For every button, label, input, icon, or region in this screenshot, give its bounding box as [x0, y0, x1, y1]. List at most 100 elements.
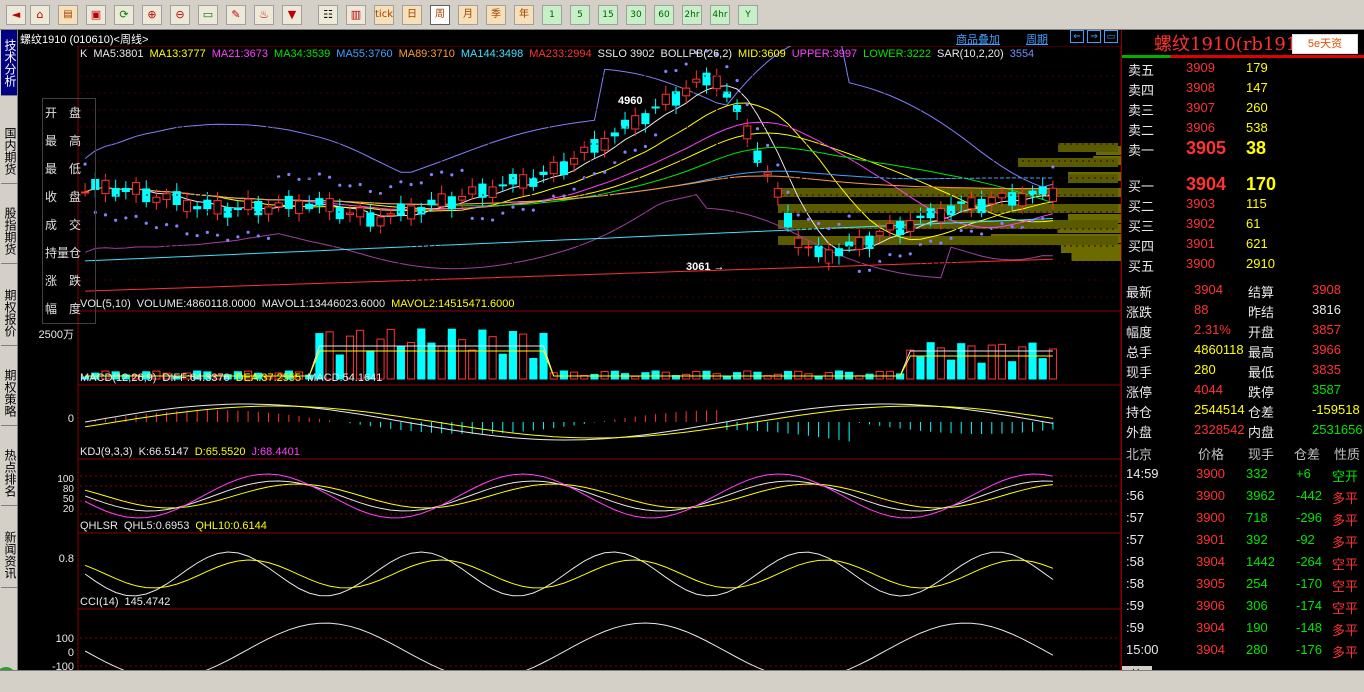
indicator-icon[interactable]: ♨ — [254, 5, 274, 25]
vol-header-item: VOL(5,10) — [80, 298, 131, 310]
candle-body — [559, 161, 568, 176]
tick-row-cell: 多平 — [1332, 491, 1359, 506]
sar-dot — [236, 235, 240, 239]
zoom-in-icon[interactable]: ⊕ — [142, 5, 162, 25]
tab-index-futures[interactable]: 股指期货 — [1, 198, 17, 264]
tab-option-strategy[interactable]: 期权策略 — [1, 360, 17, 426]
sar-dot — [307, 176, 311, 181]
bid-row: 买三 3902 61 — [1122, 214, 1364, 234]
stat-row-cell: 4860118 — [1194, 342, 1244, 357]
stat-row-cell: 2531656 — [1312, 422, 1363, 437]
tick-row-cell: 3962 — [1246, 488, 1275, 503]
table-icon[interactable]: ☷ — [318, 5, 338, 25]
period-tick-button[interactable]: tick — [374, 5, 394, 25]
ohlc-info-label: 收盘 — [44, 190, 93, 204]
tab-option-quotes[interactable]: 期权报价 — [1, 280, 17, 346]
draw-icon[interactable]: ✎ — [226, 5, 246, 25]
candle-body — [824, 249, 833, 264]
period-4hr-button[interactable]: 4hr — [710, 5, 730, 25]
volume-bar — [875, 370, 884, 380]
ma-header-item: MA233:2994 — [529, 48, 592, 60]
tick-row-cell: 3900 — [1196, 488, 1225, 503]
candle-body — [529, 177, 538, 187]
volume-bar — [906, 349, 915, 380]
period-15min-button[interactable]: 15 — [598, 5, 618, 25]
candle-body — [508, 173, 518, 185]
close-chart-icon[interactable]: ▭ — [1104, 30, 1118, 43]
tick-row-cell: 14:59 — [1126, 466, 1159, 481]
period-2hr-button[interactable]: 2hr — [682, 5, 702, 25]
candle-body — [610, 132, 619, 137]
tab-domestic-futures[interactable]: 国内期货 — [1, 118, 17, 184]
ask-row: 卖五 3909 179 — [1122, 58, 1364, 78]
volume-bar — [987, 344, 996, 380]
bid-row-cell: 买二 — [1128, 199, 1155, 214]
period-month-button[interactable]: 月 — [458, 5, 478, 25]
stat-row-cell: 3857 — [1312, 322, 1341, 337]
ask-row: 卖一 3905 38 — [1122, 138, 1364, 158]
candle-body — [590, 139, 599, 153]
ask-row-cell: 卖三 — [1128, 103, 1155, 118]
candle-body — [335, 207, 344, 220]
filter-icon[interactable]: ▼ — [282, 5, 302, 25]
zoom-out-icon[interactable]: ⊖ — [170, 5, 190, 25]
stat-row-cell: 最低 — [1248, 365, 1275, 380]
period-5min-button[interactable]: 5 — [570, 5, 590, 25]
period-30min-button[interactable]: 30 — [626, 5, 646, 25]
sar-dot — [175, 224, 179, 228]
ohlc-info-label: 成交量 — [44, 218, 93, 260]
overlay-button[interactable]: 商品叠加 — [956, 31, 1000, 47]
stat-row-cell: 3966 — [1312, 342, 1341, 357]
scroll-left-icon[interactable]: ⇐ — [1070, 30, 1084, 43]
sar-dot — [287, 172, 291, 177]
volume-bar — [1048, 348, 1057, 380]
volume-profile-bar — [778, 188, 1118, 197]
volume-bar — [702, 370, 711, 380]
tab-news[interactable]: 新闻资讯 — [1, 522, 17, 588]
stat-row-cell: 跌停 — [1248, 385, 1275, 400]
sar-dot — [460, 168, 464, 172]
period-day-button[interactable]: 日 — [402, 5, 422, 25]
sar-dot — [114, 218, 118, 222]
period-60min-button[interactable]: 60 — [654, 5, 674, 25]
tick-row-cell: -176 — [1296, 642, 1323, 657]
layout-icon[interactable]: ▤ — [58, 5, 78, 25]
period-button[interactable]: 周期 — [1026, 31, 1048, 47]
volume-bar — [957, 343, 966, 380]
volume-bar — [936, 347, 945, 380]
period-year-button[interactable]: 年 — [514, 5, 534, 25]
tick-header-row: 北京 价格 现手 仓差 性质 — [1122, 442, 1364, 462]
quote-title-bar: 螺纹1910(rb1910) 5e天资 — [1122, 30, 1364, 56]
ma-header-item: MA13:3777 — [149, 48, 206, 60]
back-icon[interactable]: ◄ — [6, 5, 26, 25]
refresh-icon[interactable]: ⟳ — [114, 5, 134, 25]
kline-chart-area[interactable]: 螺纹1910 (010610)<周线> 商品叠加 周期 ⇐ ⇒ ▭ 4960 30… — [18, 30, 1121, 670]
f10-icon[interactable]: ▣ — [86, 5, 106, 25]
window-icon[interactable]: ▭ — [198, 5, 218, 25]
boll-upper-line — [84, 46, 1054, 188]
candle-body — [254, 201, 263, 216]
tick-row-cell: -442 — [1296, 488, 1323, 503]
sar-dot — [592, 172, 597, 176]
tick-row-cell: 3905 — [1196, 576, 1225, 591]
d-line — [84, 483, 1053, 509]
home-icon[interactable]: ⌂ — [30, 5, 50, 25]
tab-technical-analysis[interactable]: 技术分析 — [1, 30, 17, 96]
tick-header-row-cell: 仓差 — [1294, 447, 1321, 462]
chart-type-icon[interactable]: ▥ — [346, 5, 366, 25]
period-season-button[interactable]: 季 — [486, 5, 506, 25]
vol-header-item: MAVOL1:13446023.6000 — [261, 298, 386, 310]
candle-body — [875, 230, 884, 237]
candle-body — [498, 184, 507, 187]
sar-dot — [490, 218, 495, 222]
period-custom-button[interactable]: Y — [738, 5, 758, 25]
tab-hot-ranking[interactable]: 热点排名 — [1, 440, 17, 506]
stat-row-cell: 外盘 — [1126, 425, 1153, 440]
kdj-header-item: J:68.4401 — [251, 446, 300, 458]
sar-dot — [358, 182, 362, 187]
stat-row-cell: 88 — [1194, 302, 1209, 317]
period-1min-button[interactable]: 1 — [542, 5, 562, 25]
period-week-button[interactable]: 周 — [430, 5, 450, 25]
scroll-right-icon[interactable]: ⇒ — [1087, 30, 1101, 43]
sar-dot — [847, 214, 851, 218]
